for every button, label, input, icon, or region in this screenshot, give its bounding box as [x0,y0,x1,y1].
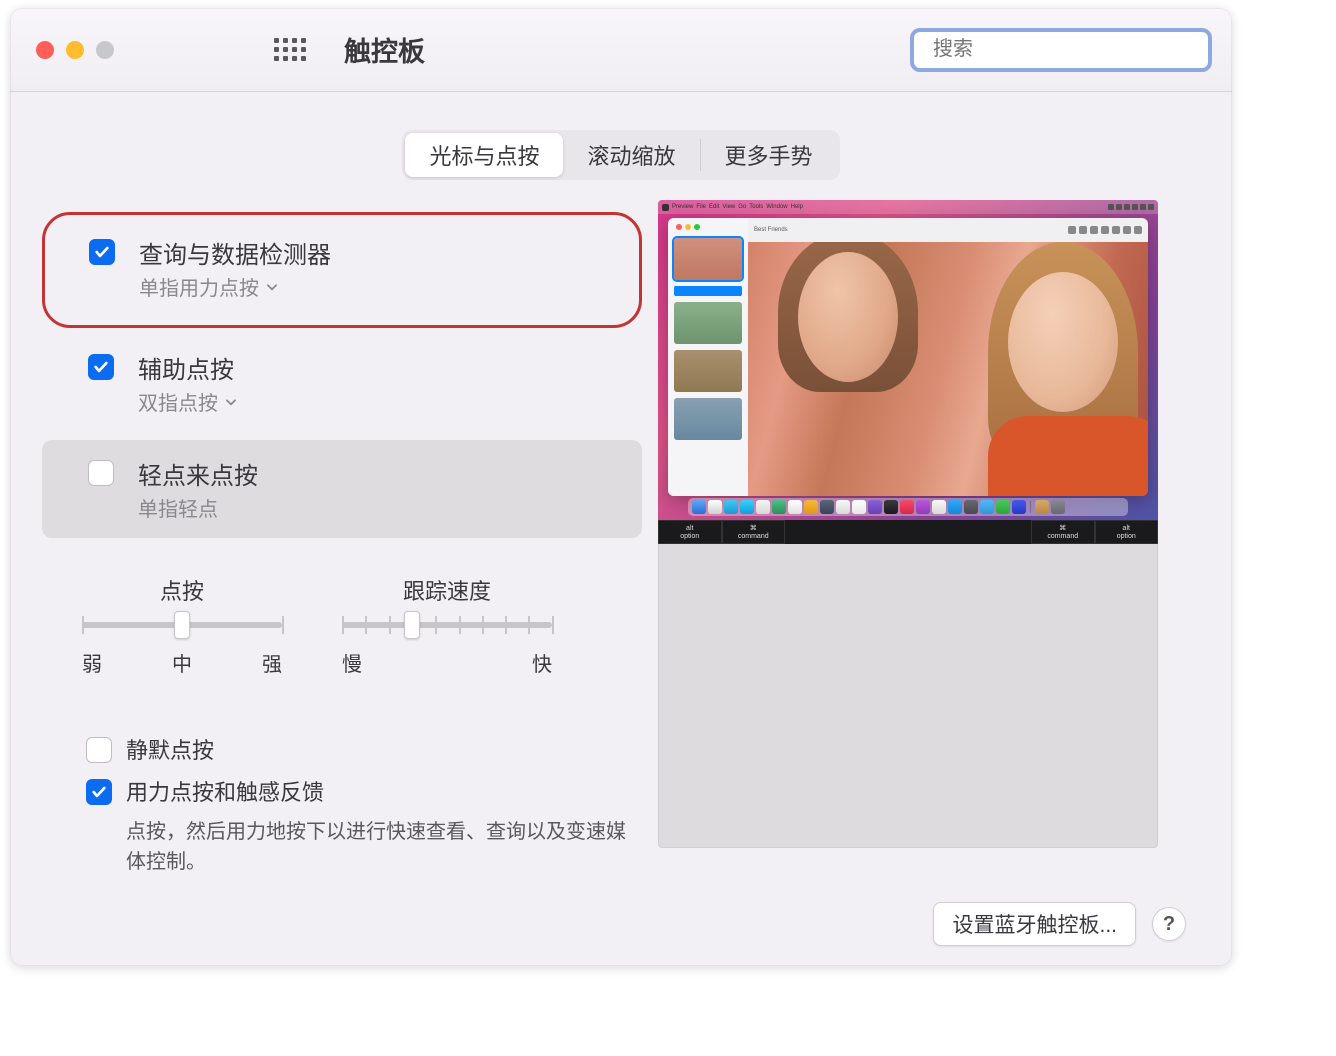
option-tap-to-click[interactable]: 轻点来点按 单指轻点 [42,440,642,538]
force-checkbox[interactable] [86,779,112,805]
option-lookup[interactable]: 查询与数据检测器 单指用力点按 [42,212,642,328]
thumbnail-1 [674,238,742,280]
preview-dock [688,498,1128,516]
preview-app-window: Best Friends [668,218,1148,496]
lookup-sub-dropdown[interactable]: 单指用力点按 [139,272,331,301]
content: 查询与数据检测器 单指用力点按 辅助点按 双指点按 [10,180,1232,877]
gesture-preview: PreviewFileEditViewGoToolsWindowHelp [658,200,1158,848]
secondary-title: 辅助点按 [138,350,238,385]
tab-more-gestures[interactable]: 更多手势 [701,133,837,177]
tracking-slider[interactable] [342,622,552,628]
options-column: 查询与数据检测器 单指用力点按 辅助点按 双指点按 [42,200,642,877]
tap-checkbox[interactable] [88,460,114,486]
tab-point-click[interactable]: 光标与点按 [405,133,563,177]
apple-icon [662,204,669,211]
system-preferences-window: 触控板 光标与点按 滚动缩放 更多手势 查询与数据检测器 单指用力点按 [10,8,1232,966]
secondary-checkbox[interactable] [88,354,114,380]
minimize-window-button[interactable] [66,41,84,59]
zoom-window-button [96,41,114,59]
tracking-label-slow: 慢 [342,648,362,677]
sliders: 点按 弱 中 强 [42,574,642,677]
bottom-options: 静默点按 用力点按和触感反馈 点按，然后用力地按下以进行快速查看、查询以及变速媒… [42,733,642,877]
preview-column: PreviewFileEditViewGoToolsWindowHelp [642,200,1186,877]
preview-main: Best Friends [748,218,1148,496]
silent-checkbox[interactable] [86,737,112,763]
setup-bluetooth-trackpad-button[interactable]: 设置蓝牙触控板... [933,902,1136,946]
tracking-slider-thumb[interactable] [404,611,420,639]
option-secondary-click[interactable]: 辅助点按 双指点按 [42,334,642,432]
traffic-lights [36,41,114,59]
click-slider-group: 点按 弱 中 强 [82,574,282,677]
footer: 设置蓝牙触控板... ? [933,902,1186,946]
force-label: 用力点按和触感反馈 [126,775,324,807]
search-icon [924,39,925,61]
search-input[interactable] [933,38,1198,61]
chevron-down-icon [265,280,279,294]
tap-title: 轻点来点按 [138,456,258,491]
tap-sub: 单指轻点 [138,493,258,522]
tracking-slider-title: 跟踪速度 [403,574,491,606]
search-box[interactable] [910,28,1212,72]
show-all-icon[interactable] [274,38,306,61]
lookup-title: 查询与数据检测器 [139,235,331,270]
click-slider-title: 点按 [160,574,204,606]
click-slider[interactable] [82,622,282,628]
chevron-down-icon [224,395,238,409]
click-label-strong: 强 [262,648,282,677]
preview-menubar: PreviewFileEditViewGoToolsWindowHelp [658,200,1158,214]
preview-sidebar [668,218,748,496]
tab-scroll-zoom[interactable]: 滚动缩放 [563,133,699,177]
secondary-sub-dropdown[interactable]: 双指点按 [138,387,238,416]
tracking-label-fast: 快 [532,648,552,677]
thumbnail-4 [674,398,742,440]
preview-screen: PreviewFileEditViewGoToolsWindowHelp [658,200,1158,520]
silent-click-row: 静默点按 [86,733,642,765]
thumbnail-2 [674,302,742,344]
thumbnail-3 [674,350,742,392]
preview-touchbar: altoption ⌘command ⌘command altoption [658,520,1158,544]
toolbar: 触控板 [10,8,1232,92]
window-title: 触控板 [344,30,425,69]
click-label-weak: 弱 [82,648,102,677]
click-slider-thumb[interactable] [174,611,190,639]
thumbnail-1-label [674,286,742,296]
help-button[interactable]: ? [1152,907,1186,941]
tracking-slider-group: 跟踪速度 慢 快 [342,574,552,677]
force-click-row: 用力点按和触感反馈 [86,775,642,807]
silent-label: 静默点按 [126,733,214,765]
click-label-medium: 中 [172,648,192,677]
nav-arrows [192,41,222,59]
force-description: 点按，然后用力地按下以进行快速查看、查询以及变速媒体控制。 [126,817,626,877]
tabs: 光标与点按 滚动缩放 更多手势 [10,130,1232,180]
lookup-checkbox[interactable] [89,239,115,265]
close-window-button[interactable] [36,41,54,59]
preview-photo [748,242,1148,496]
